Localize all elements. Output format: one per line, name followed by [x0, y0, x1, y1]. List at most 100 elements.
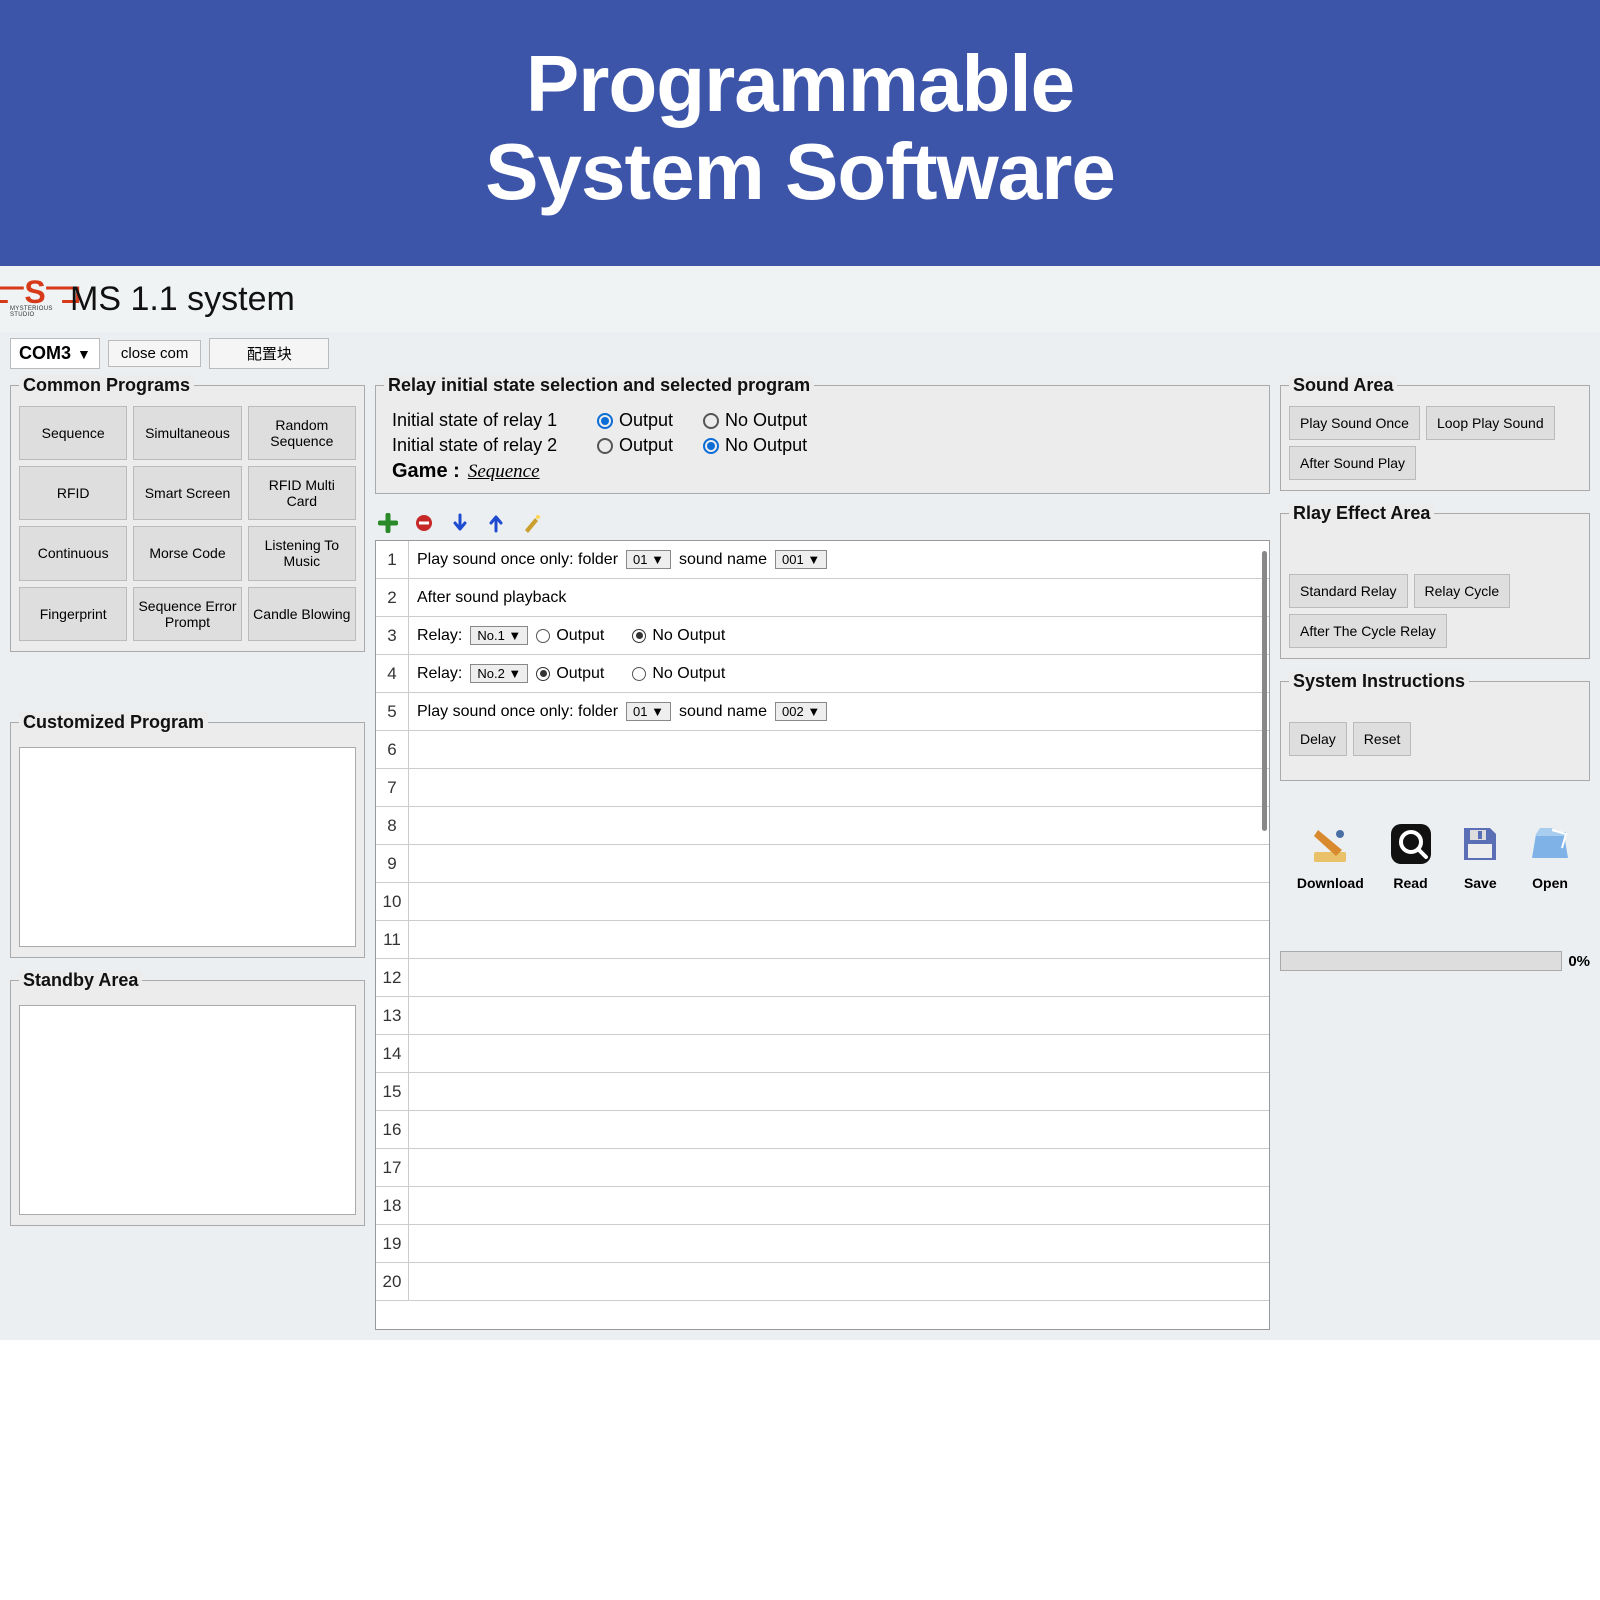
sound-name-select[interactable]: 001 ▼ — [775, 550, 827, 569]
move-up-icon[interactable] — [485, 512, 507, 534]
reset-button[interactable]: Reset — [1353, 722, 1412, 756]
grid-row[interactable]: 10 — [376, 883, 1269, 921]
prog-random-sequence[interactable]: Random Sequence — [248, 406, 356, 460]
row-number: 13 — [376, 1006, 408, 1026]
row-number: 4 — [376, 664, 408, 684]
row-number: 2 — [376, 588, 408, 608]
prog-listening-to-music[interactable]: Listening To Music — [248, 526, 356, 580]
radio-checked-icon — [703, 438, 719, 454]
grid-row[interactable]: 4Relay:No.2 ▼OutputNo Output — [376, 655, 1269, 693]
row-content — [408, 1149, 1269, 1186]
grid-row[interactable]: 8 — [376, 807, 1269, 845]
row-content — [408, 845, 1269, 882]
grid-row[interactable]: 7 — [376, 769, 1269, 807]
prog-sequence-error-prompt[interactable]: Sequence Error Prompt — [133, 587, 241, 641]
progress-percent: 0% — [1568, 953, 1590, 970]
prog-sequence[interactable]: Sequence — [19, 406, 127, 460]
progress-bar — [1280, 951, 1562, 971]
grid-row[interactable]: 5Play sound once only: folder01 ▼sound n… — [376, 693, 1269, 731]
after-sound-play-button[interactable]: After Sound Play — [1289, 446, 1416, 480]
row-content — [408, 997, 1269, 1034]
save-icon — [1457, 821, 1503, 867]
loop-play-sound-button[interactable]: Loop Play Sound — [1426, 406, 1555, 440]
save-button[interactable]: Save — [1457, 821, 1503, 891]
after-the-cycle-relay-button[interactable]: After The Cycle Relay — [1289, 614, 1447, 648]
file-actions: Download Read Save — [1280, 821, 1590, 891]
banner-line-1: Programmable — [0, 40, 1600, 128]
open-button[interactable]: Open — [1527, 821, 1573, 891]
close-com-button[interactable]: close com — [108, 340, 202, 367]
row-number: 11 — [376, 930, 408, 950]
folder-select[interactable]: 01 ▼ — [626, 550, 671, 569]
grid-row[interactable]: 1Play sound once only: folder01 ▼sound n… — [376, 541, 1269, 579]
game-row: Game : Sequence — [384, 460, 1261, 483]
game-label: Game : — [392, 460, 460, 483]
delay-button[interactable]: Delay — [1289, 722, 1347, 756]
prog-fingerprint[interactable]: Fingerprint — [19, 587, 127, 641]
grid-row[interactable]: 2After sound playback — [376, 579, 1269, 617]
grid-row[interactable]: 17 — [376, 1149, 1269, 1187]
prog-simultaneous[interactable]: Simultaneous — [133, 406, 241, 460]
grid-row[interactable]: 6 — [376, 731, 1269, 769]
customized-program-area[interactable] — [19, 747, 356, 947]
grid-row[interactable]: 11 — [376, 921, 1269, 959]
relay-number-select[interactable]: No.2 ▼ — [470, 664, 528, 683]
row-number: 20 — [376, 1272, 408, 1292]
grid-row[interactable]: 18 — [376, 1187, 1269, 1225]
prog-morse-code[interactable]: Morse Code — [133, 526, 241, 580]
grid-row[interactable]: 9 — [376, 845, 1269, 883]
prog-smart-screen[interactable]: Smart Screen — [133, 466, 241, 520]
port-toolbar: COM3 ▼ close com 配置块 — [0, 332, 1600, 375]
common-programs-legend: Common Programs — [19, 375, 194, 396]
grid-row[interactable]: 12 — [376, 959, 1269, 997]
com-port-select[interactable]: COM3 ▼ — [10, 338, 100, 369]
config-button[interactable]: 配置块 — [209, 338, 329, 369]
wand-icon[interactable] — [521, 512, 543, 534]
grid-row[interactable]: 19 — [376, 1225, 1269, 1263]
relay2-output-radio[interactable]: Output — [597, 435, 673, 456]
row-number: 6 — [376, 740, 408, 760]
grid-row[interactable]: 20 — [376, 1263, 1269, 1301]
relay-output-radio[interactable]: Output — [536, 627, 604, 645]
relay-output-radio[interactable]: Output — [536, 665, 604, 683]
title-bar: ⫍S⫎ MYSTERIOUS STUDIO MS 1.1 system — [0, 266, 1600, 332]
relay-number-select[interactable]: No.1 ▼ — [470, 626, 528, 645]
folder-select[interactable]: 01 ▼ — [626, 702, 671, 721]
relay1-output-radio[interactable]: Output — [597, 410, 673, 431]
prog-rfid[interactable]: RFID — [19, 466, 127, 520]
banner: Programmable System Software — [0, 0, 1600, 266]
radio-unchecked-icon — [597, 438, 613, 454]
read-button[interactable]: Read — [1388, 821, 1434, 891]
prog-rfid-multicard[interactable]: RFID Multi Card — [248, 466, 356, 520]
prog-continuous[interactable]: Continuous — [19, 526, 127, 580]
download-button[interactable]: Download — [1297, 821, 1364, 891]
grid-row[interactable]: 14 — [376, 1035, 1269, 1073]
grid-row[interactable]: 3Relay:No.1 ▼OutputNo Output — [376, 617, 1269, 655]
grid-row[interactable]: 16 — [376, 1111, 1269, 1149]
sound-name-select[interactable]: 002 ▼ — [775, 702, 827, 721]
relay-cycle-button[interactable]: Relay Cycle — [1414, 574, 1511, 608]
relay-no-output-radio[interactable]: No Output — [632, 665, 725, 683]
standard-relay-button[interactable]: Standard Relay — [1289, 574, 1408, 608]
move-down-icon[interactable] — [449, 512, 471, 534]
scrollbar[interactable] — [1262, 551, 1267, 831]
relay1-no-output-radio[interactable]: No Output — [703, 410, 807, 431]
grid-toolbar — [375, 506, 1270, 540]
relay2-no-output-radio[interactable]: No Output — [703, 435, 807, 456]
remove-icon[interactable] — [413, 512, 435, 534]
standby-area[interactable] — [19, 1005, 356, 1215]
game-value: Sequence — [468, 461, 540, 483]
row-content — [408, 1225, 1269, 1262]
grid-row[interactable]: 13 — [376, 997, 1269, 1035]
play-sound-once-button[interactable]: Play Sound Once — [1289, 406, 1420, 440]
row-content: Play sound once only: folder01 ▼sound na… — [408, 693, 1269, 730]
prog-candle-blowing[interactable]: Candle Blowing — [248, 587, 356, 641]
row-number: 1 — [376, 550, 408, 570]
grid-row[interactable]: 15 — [376, 1073, 1269, 1111]
customized-program-legend: Customized Program — [19, 712, 208, 733]
add-icon[interactable] — [377, 512, 399, 534]
row-number: 5 — [376, 702, 408, 722]
relay-no-output-radio[interactable]: No Output — [632, 627, 725, 645]
system-title: MS 1.1 system — [70, 280, 295, 319]
row-number: 16 — [376, 1120, 408, 1140]
